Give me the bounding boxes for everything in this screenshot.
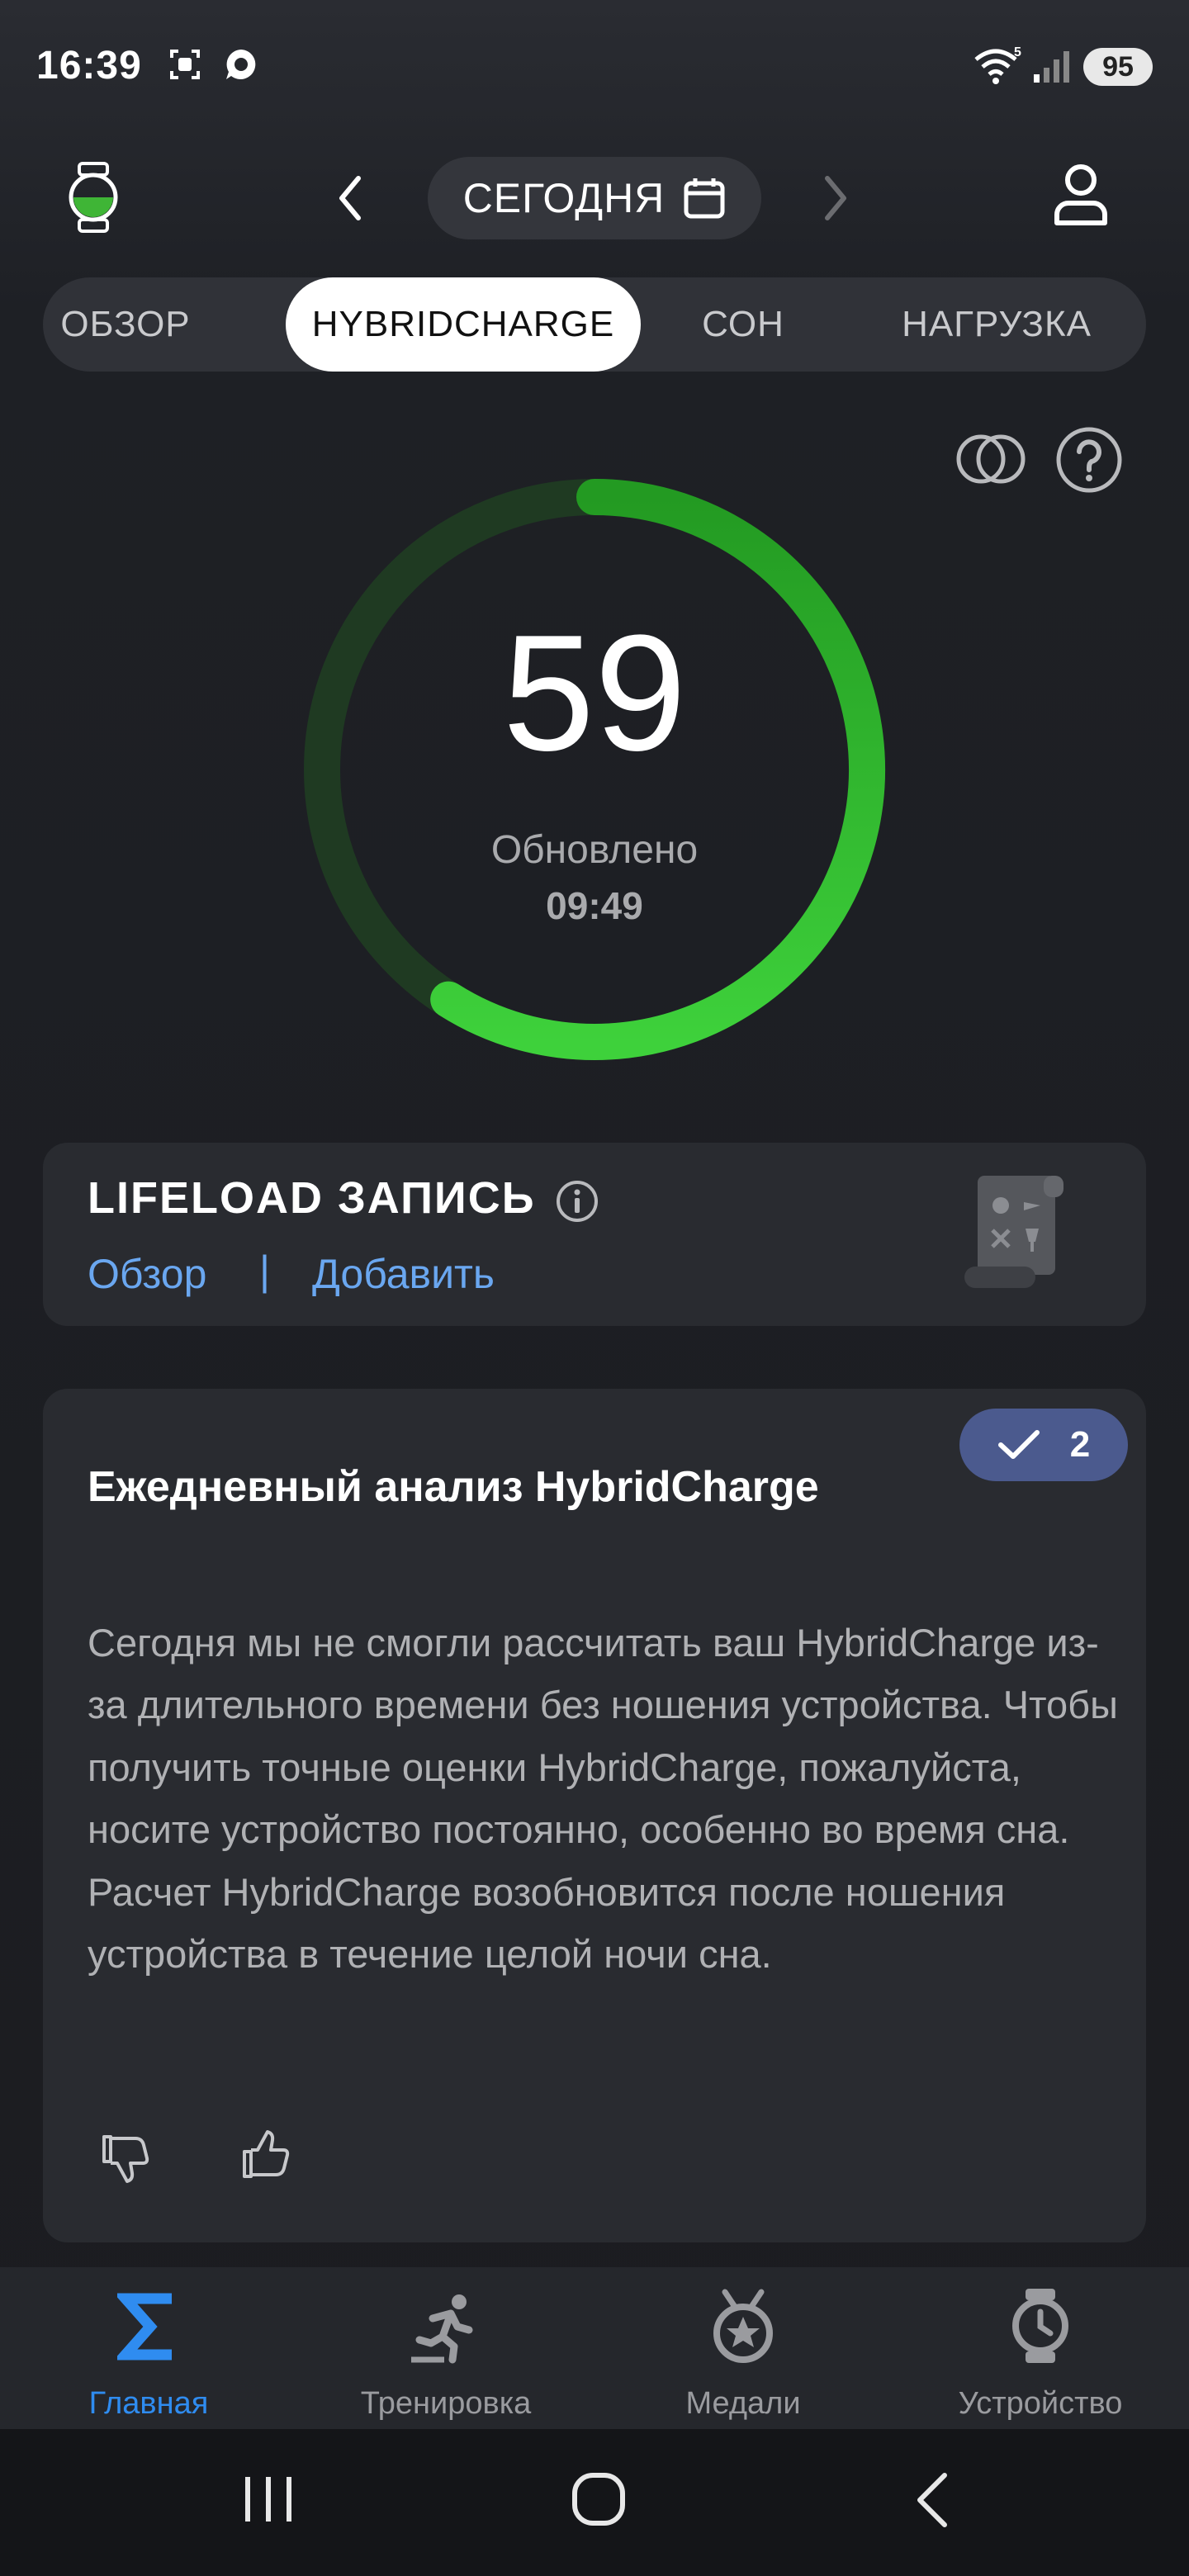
calendar-icon xyxy=(684,178,725,219)
next-day-chevron-icon[interactable] xyxy=(819,172,852,225)
link-separator: | xyxy=(259,1248,270,1294)
lifeload-add-link[interactable]: Добавить xyxy=(312,1250,495,1298)
status-time: 16:39 xyxy=(36,44,142,88)
system-navigation-bar xyxy=(0,2429,1189,2576)
medal-icon xyxy=(713,2289,773,2363)
hybridcharge-score: 59 xyxy=(502,601,687,785)
nav-workout[interactable]: Тренировка xyxy=(322,2267,570,2429)
recent-apps-icon[interactable] xyxy=(239,2472,297,2526)
tab-sleep[interactable]: СОН xyxy=(694,277,793,372)
lifeload-scroll-icon xyxy=(964,1176,1063,1288)
lifeload-title: LIFELOAD ЗАПИСЬ xyxy=(88,1173,536,1223)
date-selector[interactable]: СЕГОДНЯ xyxy=(428,157,761,239)
runner-icon xyxy=(411,2294,473,2364)
screenshot-icon xyxy=(170,50,200,79)
updated-label: Обновлено xyxy=(490,828,699,872)
thumbs-up-icon[interactable] xyxy=(238,2127,292,2181)
nav-medals[interactable]: Медали xyxy=(619,2267,867,2429)
nav-home[interactable]: Главная xyxy=(25,2267,272,2429)
wifi-icon: 5 xyxy=(974,45,1021,84)
nav-medals-label: Медали xyxy=(685,2386,801,2421)
nav-device[interactable]: Устройство xyxy=(917,2267,1164,2429)
compare-icon[interactable] xyxy=(955,431,1027,487)
section-tabs: ОБЗОР HYBRIDCHARGE СОН НАГРУЗКА xyxy=(43,277,1146,372)
sigma-icon xyxy=(117,2293,172,2361)
status-bar: 16:39 5 95 xyxy=(0,0,1189,124)
info-icon[interactable] xyxy=(555,1179,599,1224)
badge-count: 2 xyxy=(1069,1424,1091,1465)
help-icon[interactable] xyxy=(1055,426,1123,494)
battery-indicator: 95 xyxy=(1083,48,1153,86)
tab-overview[interactable]: ОБЗОР xyxy=(60,277,189,372)
updated-time: 09:49 xyxy=(546,884,643,927)
prev-day-chevron-icon[interactable] xyxy=(334,172,367,225)
check-icon xyxy=(997,1430,1040,1459)
profile-icon[interactable] xyxy=(1052,163,1110,226)
chat-icon xyxy=(226,50,256,79)
thumbs-down-icon[interactable] xyxy=(97,2132,152,2186)
lifeload-overview-link[interactable]: Обзор xyxy=(88,1250,206,1298)
date-label: СЕГОДНЯ xyxy=(462,175,666,221)
nav-home-label: Главная xyxy=(88,2386,209,2421)
tab-hybridcharge[interactable]: HYBRIDCHARGE xyxy=(286,277,641,372)
analysis-body: Сегодня мы не смогли рассчитать ваш Hybr… xyxy=(88,1621,1118,1977)
analysis-title: Ежедневный анализ HybridCharge xyxy=(88,1463,819,1511)
tab-load[interactable]: НАГРУЗКА xyxy=(869,277,1125,372)
nav-workout-label: Тренировка xyxy=(360,2386,532,2421)
nav-device-label: Устройство xyxy=(958,2386,1123,2421)
back-icon[interactable] xyxy=(912,2470,953,2530)
bottom-navigation: Главная Тренировка Медали Устройство xyxy=(0,2267,1189,2429)
signal-icon xyxy=(1034,51,1069,83)
completed-badge: 2 xyxy=(959,1409,1128,1481)
home-icon[interactable] xyxy=(570,2470,628,2528)
watch-status-icon[interactable] xyxy=(64,162,122,233)
svg-text:5: 5 xyxy=(1014,45,1021,59)
watch-icon xyxy=(1012,2289,1068,2363)
